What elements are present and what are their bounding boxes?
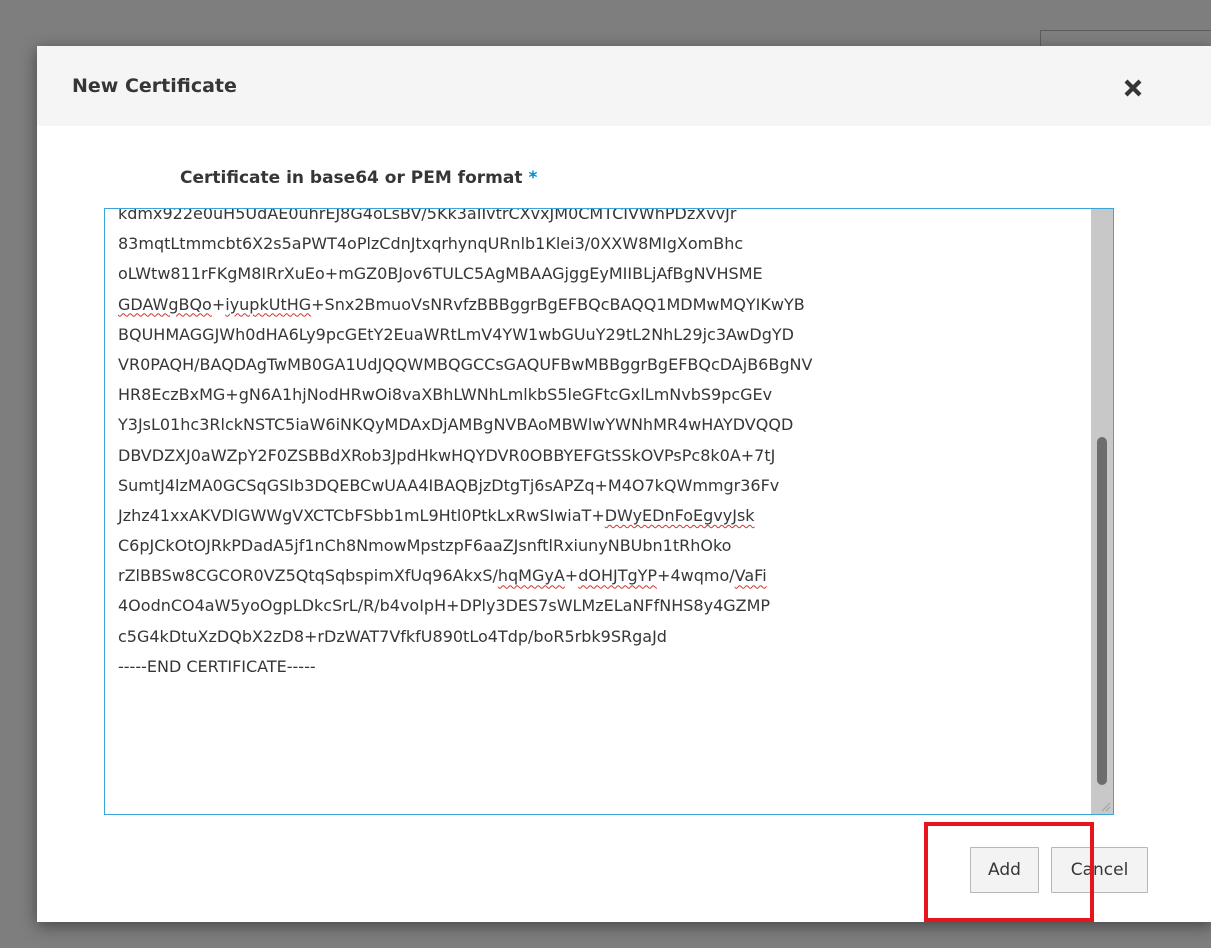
resize-grip-icon[interactable]	[1099, 800, 1111, 812]
certificate-text-segment: HR8EczBxMG+gN6A1hjNodHRwOi8vaXBhLWNhLmlk…	[118, 385, 773, 405]
certificate-line: -----END CERTIFICATE-----	[118, 652, 812, 682]
misspelled-word: hqMGyA	[497, 566, 565, 586]
close-button[interactable]	[1115, 70, 1151, 106]
required-marker: *	[528, 168, 538, 188]
certificate-line: C6pJCkOtOJRkPDadA5jf1nCh8NmowMpstzpF6aaZ…	[118, 531, 812, 561]
certificate-line: Y3JsL01hc3RlckNSTC5iaW6iNKQyMDAxDjAMBgNV…	[118, 410, 812, 440]
certificate-line: kdmx922e0uH5UdAE0uhrEJ8G4oLsBV/5Kk3aIIvt…	[118, 208, 812, 229]
misspelled-word: dOHJTgYP	[578, 566, 658, 586]
certificate-text-segment: SumtJ4lzMA0GCSqGSIb3DQEBCwUAA4IBAQBjzDtg…	[118, 475, 780, 495]
certificate-line: 83mqtLtmmcbt6X2s5aPWT4oPlzCdnJtxqrhynqUR…	[118, 229, 812, 259]
certificate-text-segment: 4OodnCO4aW5yoOgpLDkcSrL/R/b4voIpH+DPly3D…	[118, 596, 771, 616]
cancel-button[interactable]: Cancel	[1051, 847, 1148, 893]
certificate-field-label: Certificate in base64 or PEM format *	[180, 168, 537, 188]
certificate-text-segment: c5G4kDtuXzDQbX2zD8+rDzWAT7VfkfU890tLo4Td…	[118, 626, 667, 646]
certificate-line: VR0PAQH/BAQDAgTwMB0GA1UdJQQWMBQGCCsGAQUF…	[118, 350, 812, 380]
certificate-text-segment: Jzhz41xxAKVDlGWWgVXCTCbFSbb1mL9Htl0PtkLx…	[118, 505, 605, 525]
certificate-text-segment: -----END CERTIFICATE-----	[118, 656, 316, 676]
certificate-line: GDAWgBQo+iyupkUtHG+Snx2BmuoVsNRvfzBBBggr…	[118, 290, 812, 320]
certificate-text-segment: VR0PAQH/BAQDAgTwMB0GA1UdJQQWMBQGCCsGAQUF…	[118, 354, 813, 374]
certificate-text-segment: DBVDZXJ0aWZpY2F0ZSBBdXRob3JpdHkwHQYDVR0O…	[118, 445, 776, 465]
new-certificate-dialog: New Certificate Certificate in base64 or…	[37, 46, 1211, 922]
certificate-line: Jzhz41xxAKVDlGWWgVXCTCbFSbb1mL9Htl0PtkLx…	[118, 501, 812, 531]
add-button[interactable]: Add	[970, 847, 1039, 893]
certificate-text-segment: C6pJCkOtOJRkPDadA5jf1nCh8NmowMpstzpF6aaZ…	[118, 536, 732, 556]
certificate-line: rZlBBSw8CGCOR0VZ5QtqSqbspimXfUq96AkxS/hq…	[118, 561, 812, 591]
scrollbar-thumb[interactable]	[1097, 437, 1107, 785]
certificate-line: SumtJ4lzMA0GCSqGSIb3DQEBCwUAA4IBAQBjzDtg…	[118, 471, 812, 501]
certificate-text-segment: Y3JsL01hc3RlckNSTC5iaW6iNKQyMDAxDjAMBgNV…	[118, 415, 794, 435]
certificate-text-segment: BQUHMAGGJWh0dHA6Ly9pcGEtY2EuaWRtLmV4YW1w…	[118, 324, 794, 344]
certificate-text-segment: +Snx2BmuoVsNRvfzBBBggrBgEFBQcBAQQ1MDMwMQ…	[311, 294, 805, 314]
certificate-line: oLWtw811rFKgM8IRrXuEo+mGZ0BJov6TULC5AgMB…	[118, 259, 812, 289]
dialog-title: New Certificate	[72, 75, 237, 97]
certificate-line: c5G4kDtuXzDQbX2zD8+rDzWAT7VfkfU890tLo4Td…	[118, 622, 812, 652]
certificate-line: HR8EczBxMG+gN6A1hjNodHRwOi8vaXBhLWNhLmlk…	[118, 380, 812, 410]
certificate-text-segment: kdmx922e0uH5UdAE0uhrEJ8G4oLsBV/5Kk3aIIvt…	[118, 208, 737, 223]
certificate-line: BQUHMAGGJWh0dHA6Ly9pcGEtY2EuaWRtLmV4YW1w…	[118, 320, 812, 350]
certificate-line: 4OodnCO4aW5yoOgpLDkcSrL/R/b4voIpH+DPly3D…	[118, 591, 812, 621]
close-icon	[1124, 79, 1142, 97]
misspelled-word: VaFi	[734, 566, 767, 586]
misspelled-word: DWyEDnFoEgvyJsk	[604, 505, 755, 525]
certificate-textarea[interactable]: kdmx922e0uH5UdAE0uhrEJ8G4oLsBV/5Kk3aIIvt…	[104, 208, 1114, 815]
certificate-text-segment: +	[211, 294, 226, 314]
dialog-header: New Certificate	[37, 46, 1211, 126]
certificate-text-segment: 83mqtLtmmcbt6X2s5aPWT4oPlzCdnJtxqrhynqUR…	[118, 234, 744, 254]
textarea-scrollbar[interactable]	[1091, 209, 1113, 814]
certificate-text-segment: rZlBBSw8CGCOR0VZ5QtqSqbspimXfUq96AkxS/	[118, 566, 498, 586]
certificate-text: kdmx922e0uH5UdAE0uhrEJ8G4oLsBV/5Kk3aIIvt…	[118, 208, 812, 682]
misspelled-word: iyupkUtHG	[225, 294, 312, 314]
certificate-text-segment: +	[564, 566, 579, 586]
certificate-text-segment: oLWtw811rFKgM8IRrXuEo+mGZ0BJov6TULC5AgMB…	[118, 264, 763, 284]
certificate-line: DBVDZXJ0aWZpY2F0ZSBBdXRob3JpdHkwHQYDVR0O…	[118, 441, 812, 471]
certificate-text-segment: +4wqmo/	[657, 566, 735, 586]
certificate-label-text: Certificate in base64 or PEM format	[180, 168, 523, 188]
misspelled-word: GDAWgBQo	[118, 294, 212, 314]
